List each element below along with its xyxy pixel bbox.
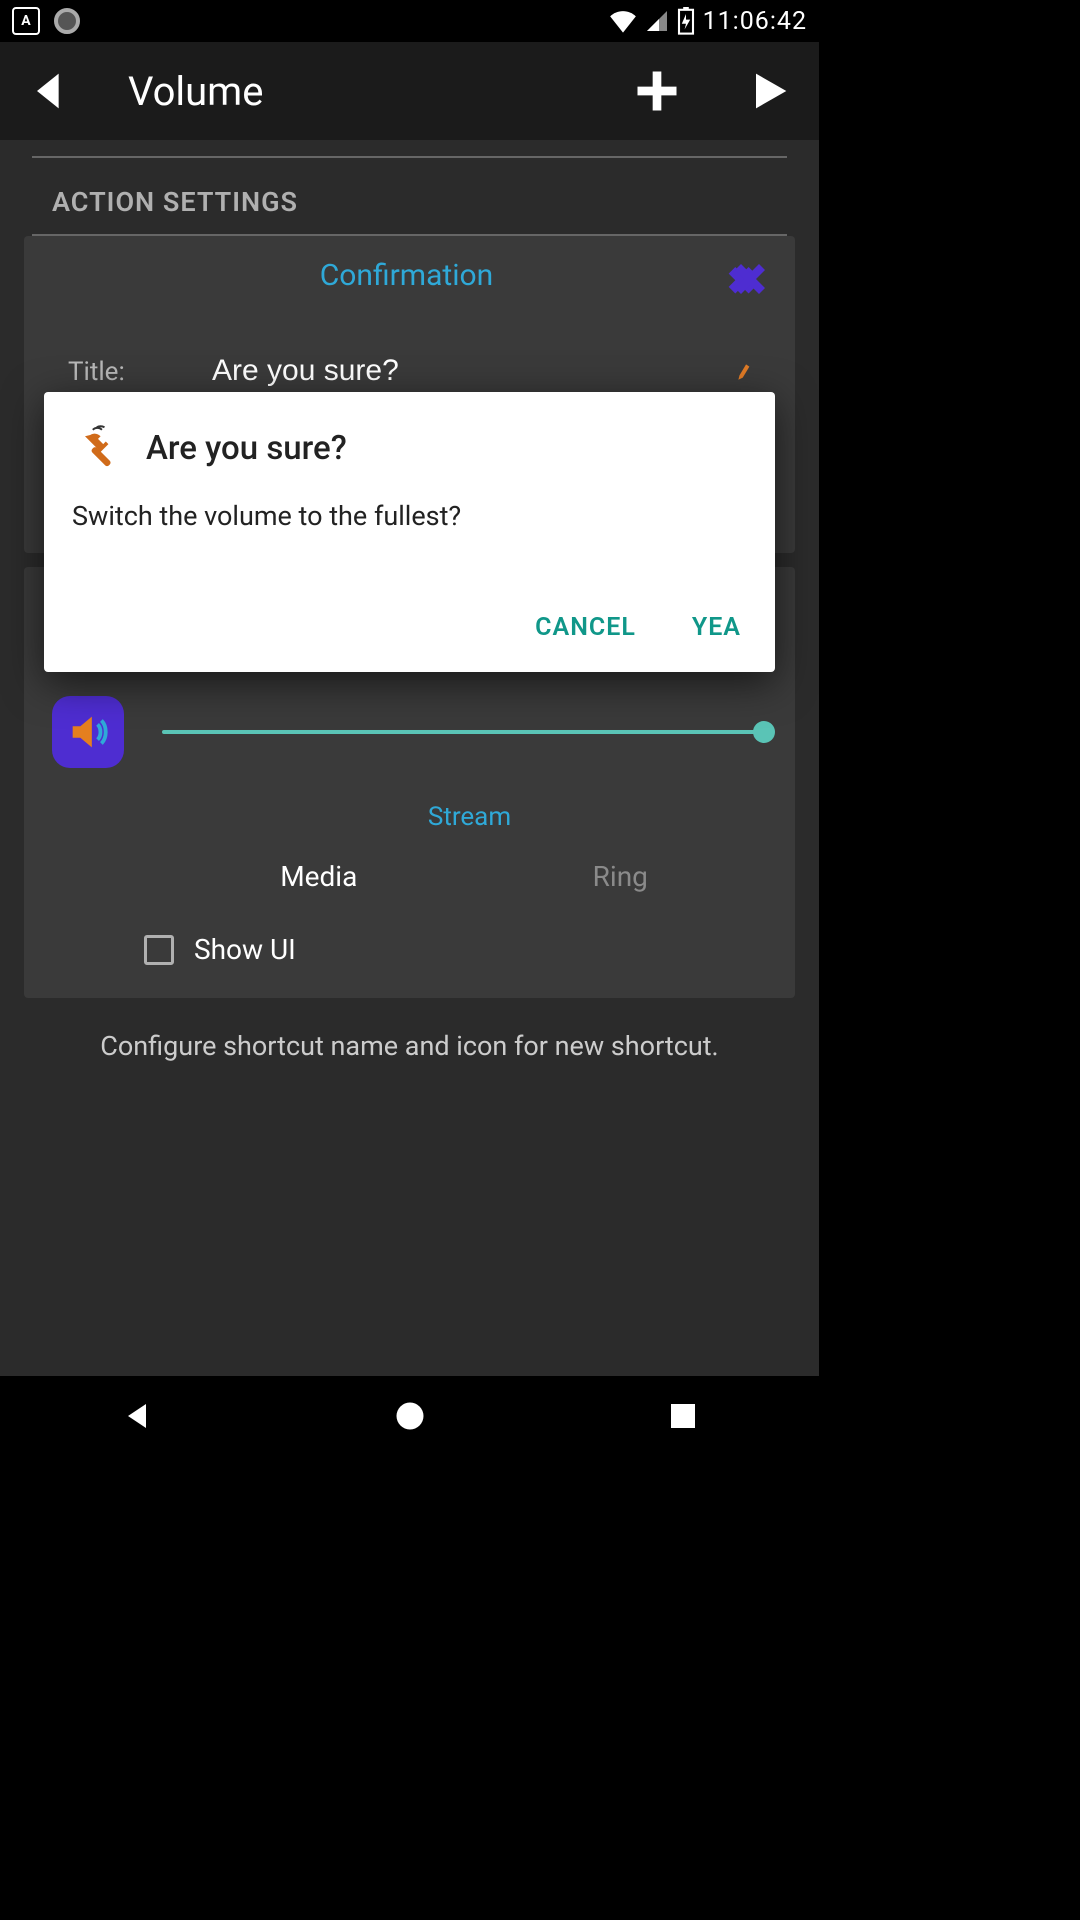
dialog-body: Switch the volume to the fullest? [72,500,747,532]
volume-slider[interactable] [162,730,767,734]
play-icon[interactable] [743,65,795,117]
add-icon[interactable] [631,65,683,117]
section-header: ACTION SETTINGS [24,158,795,232]
confirmation-dialog: Are you sure? Switch the volume to the f… [44,392,775,672]
title-field-label: Title: [68,357,188,387]
stream-media-option[interactable]: Media [168,860,470,893]
signal-icon [645,9,669,33]
wifi-icon [609,9,637,33]
slider-thumb[interactable] [753,721,775,743]
show-ui-checkbox[interactable] [144,935,174,965]
status-clock: 11:06:42 [703,7,807,36]
back-icon[interactable] [24,65,76,117]
navigation-bar [0,1376,819,1456]
cancel-button[interactable]: CANCEL [529,601,642,654]
battery-charging-icon [677,7,695,35]
nav-back-icon[interactable] [119,1398,155,1434]
footer-hint: Configure shortcut name and icon for new… [24,1012,795,1080]
nav-recent-icon[interactable] [665,1398,701,1434]
nav-home-icon[interactable] [392,1398,428,1434]
circle-status-icon [54,8,80,34]
content-area: ACTION SETTINGS Confirmation Title: M Ad… [0,140,819,1376]
pencil-icon[interactable] [735,360,751,382]
close-icon[interactable] [723,258,771,306]
page-title: Volume [128,68,595,115]
stream-ring-option[interactable]: Ring [470,860,772,893]
confirmation-heading: Confirmation [90,258,723,293]
dialog-title: Are you sure? [146,429,347,468]
title-field-input[interactable] [212,354,735,388]
keyboard-indicator-icon: A [12,7,40,35]
status-bar: A 11:06:42 [0,0,819,42]
confirm-button[interactable]: YEA [686,601,747,654]
hammer-icon [72,422,124,474]
app-bar: Volume [0,42,819,140]
volume-icon [52,696,124,768]
show-ui-label: Show UI [194,933,296,966]
stream-label: Stream [168,802,771,832]
